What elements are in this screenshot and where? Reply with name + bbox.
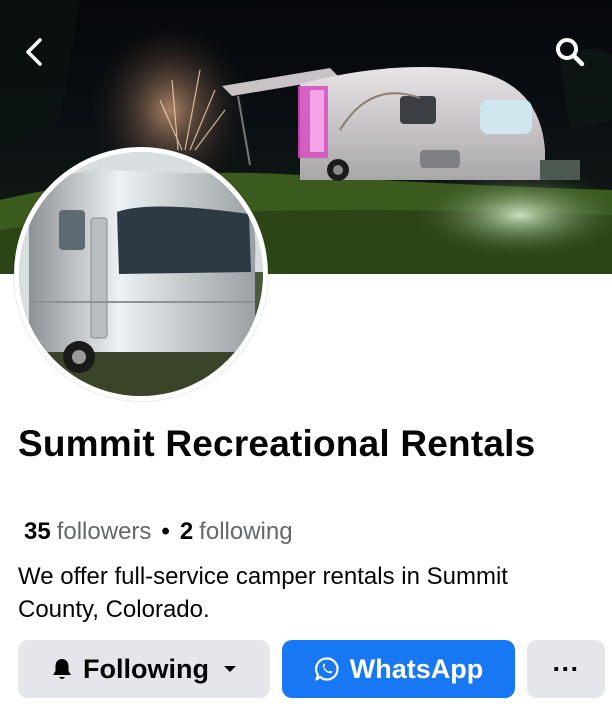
chevron-down-icon <box>223 664 237 674</box>
following-count: 2 <box>179 518 194 545</box>
whatsapp-button-label: WhatsApp <box>349 653 484 684</box>
following-label: following <box>199 518 293 545</box>
avatar-image <box>19 152 263 396</box>
following-button[interactable]: Following <box>18 640 270 698</box>
back-button[interactable] <box>12 30 56 74</box>
profile-bio: We offer full-service camper rentals in … <box>18 563 508 623</box>
profile-avatar[interactable] <box>14 147 268 401</box>
more-options-label: ··· <box>552 653 580 684</box>
airstream-trailer-photo <box>19 152 263 396</box>
search-icon <box>556 38 585 67</box>
bell-icon <box>51 657 73 681</box>
followers-label: followers <box>56 518 152 545</box>
followers-count: 35 <box>24 518 51 545</box>
following-button-label: Following <box>83 653 209 684</box>
search-button[interactable] <box>548 30 592 74</box>
whatsapp-button[interactable]: WhatsApp <box>282 640 515 698</box>
following-link[interactable]: 2 following <box>180 518 293 546</box>
followers-link[interactable]: 35 followers <box>24 518 151 546</box>
whatsapp-icon <box>314 656 340 682</box>
stats-separator: • <box>161 518 170 545</box>
page-title: Summit Recreational Rentals <box>18 423 536 464</box>
more-options-button[interactable]: ··· <box>527 640 605 698</box>
profile-stats: 35 followers • 2 following <box>24 518 293 546</box>
chevron-left-icon <box>26 38 42 66</box>
